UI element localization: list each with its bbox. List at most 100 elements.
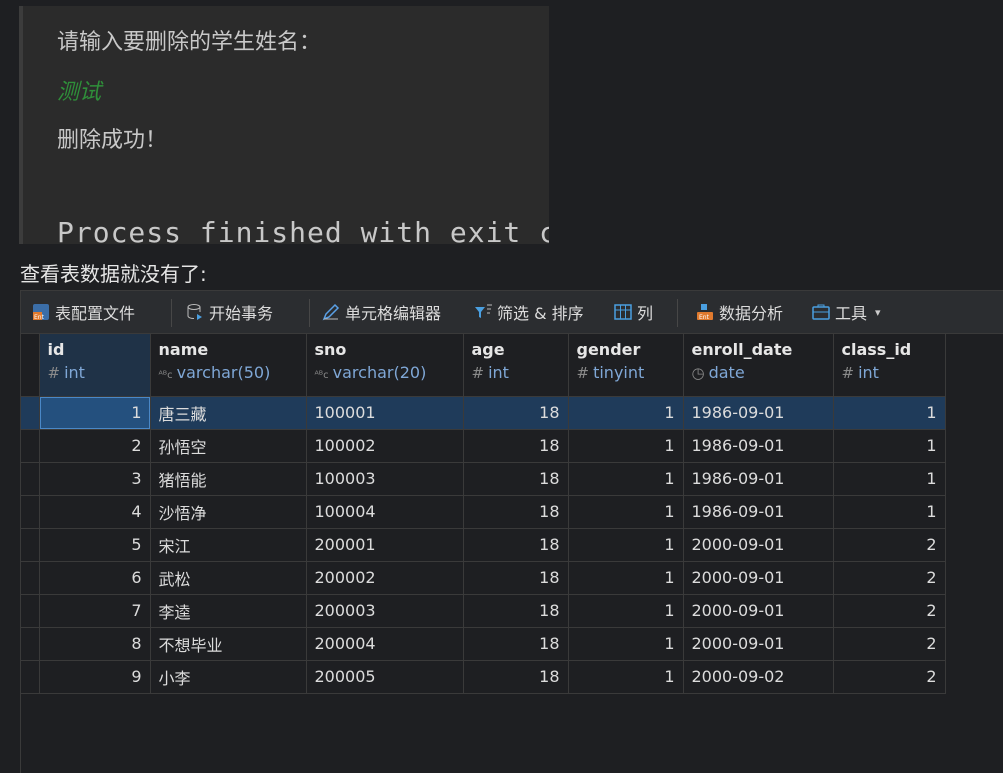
table-cell-name[interactable]: 孙悟空 bbox=[150, 429, 307, 463]
row-gutter[interactable] bbox=[21, 594, 40, 628]
table-cell-enroll-date[interactable]: 2000-09-01 bbox=[683, 627, 834, 661]
table-cell-age[interactable]: 18 bbox=[463, 462, 569, 496]
column-header-sno[interactable]: sno ᴬᴮc varchar(20) bbox=[306, 334, 464, 397]
table-cell-age[interactable]: 18 bbox=[463, 495, 569, 529]
table-cell-class-id[interactable]: 1 bbox=[833, 396, 946, 430]
table-cell-sno[interactable]: 200002 bbox=[306, 561, 464, 595]
table-cell-gender[interactable]: 1 bbox=[568, 396, 684, 430]
table-cell-name[interactable]: 沙悟净 bbox=[150, 495, 307, 529]
column-header-name[interactable]: name ᴬᴮc varchar(50) bbox=[150, 334, 307, 397]
table-cell-id[interactable]: 3 bbox=[39, 462, 151, 496]
toolbar-label: 表配置文件 bbox=[55, 304, 136, 323]
table-cell-id[interactable]: 9 bbox=[39, 660, 151, 694]
table-cell-age[interactable]: 18 bbox=[463, 594, 569, 628]
row-gutter[interactable] bbox=[21, 627, 40, 661]
table-row[interactable]: 3 猪悟能 100003 18 1 1986-09-01 1 bbox=[21, 462, 946, 496]
table-row[interactable]: 8 不想毕业 200004 18 1 2000-09-01 2 bbox=[21, 627, 946, 661]
table-row[interactable]: 5 宋江 200001 18 1 2000-09-01 2 bbox=[21, 528, 946, 562]
table-cell-sno[interactable]: 200003 bbox=[306, 594, 464, 628]
column-header-id[interactable]: id # int bbox=[39, 334, 151, 397]
table-cell-name[interactable]: 小李 bbox=[150, 660, 307, 694]
table-cell-age[interactable]: 18 bbox=[463, 660, 569, 694]
table-cell-age[interactable]: 18 bbox=[463, 561, 569, 595]
column-header-gender[interactable]: gender # tinyint bbox=[568, 334, 684, 397]
table-cell-class-id[interactable]: 1 bbox=[833, 495, 946, 529]
table-row[interactable]: 2 孙悟空 100002 18 1 1986-09-01 1 bbox=[21, 429, 946, 463]
table-cell-name[interactable]: 猪悟能 bbox=[150, 462, 307, 496]
table-cell-name[interactable]: 唐三藏 bbox=[150, 396, 307, 430]
table-cell-id[interactable]: 4 bbox=[39, 495, 151, 529]
toolbar-columns-button[interactable]: 列 bbox=[613, 300, 653, 324]
toolbar-label: 数据分析 bbox=[719, 304, 784, 323]
table-cell-enroll-date[interactable]: 1986-09-01 bbox=[683, 462, 834, 496]
table-cell-sno[interactable]: 100004 bbox=[306, 495, 464, 529]
row-gutter[interactable] bbox=[21, 528, 40, 562]
table-cell-id[interactable]: 8 bbox=[39, 627, 151, 661]
table-cell-id[interactable]: 1 bbox=[39, 396, 151, 430]
table-cell-age[interactable]: 18 bbox=[463, 429, 569, 463]
table-cell-enroll-date[interactable]: 2000-09-02 bbox=[683, 660, 834, 694]
column-type-label: varchar(20) bbox=[332, 363, 427, 382]
table-cell-sno[interactable]: 200004 bbox=[306, 627, 464, 661]
table-cell-gender[interactable]: 1 bbox=[568, 462, 684, 496]
table-cell-class-id[interactable]: 2 bbox=[833, 660, 946, 694]
table-cell-gender[interactable]: 1 bbox=[568, 660, 684, 694]
table-cell-class-id[interactable]: 2 bbox=[833, 627, 946, 661]
table-cell-sno[interactable]: 200005 bbox=[306, 660, 464, 694]
column-header-age[interactable]: age # int bbox=[463, 334, 569, 397]
table-cell-enroll-date[interactable]: 2000-09-01 bbox=[683, 561, 834, 595]
column-header-class-id[interactable]: class_id # int bbox=[833, 334, 946, 397]
table-cell-name[interactable]: 武松 bbox=[150, 561, 307, 595]
toolbar-cell-editor-button[interactable]: 单元格编辑器 bbox=[321, 300, 441, 324]
table-cell-sno[interactable]: 100002 bbox=[306, 429, 464, 463]
toolbar-data-analysis-button[interactable]: Ent 数据分析 bbox=[695, 300, 783, 324]
column-name: name bbox=[158, 340, 209, 359]
table-cell-age[interactable]: 18 bbox=[463, 627, 569, 661]
table-cell-class-id[interactable]: 2 bbox=[833, 528, 946, 562]
table-cell-enroll-date[interactable]: 2000-09-01 bbox=[683, 594, 834, 628]
toolbar-table-config-button[interactable]: Ent 表配置文件 bbox=[31, 300, 135, 324]
table-cell-id[interactable]: 5 bbox=[39, 528, 151, 562]
table-cell-enroll-date[interactable]: 1986-09-01 bbox=[683, 396, 834, 430]
table-cell-class-id[interactable]: 1 bbox=[833, 462, 946, 496]
row-gutter[interactable] bbox=[21, 396, 40, 430]
table-cell-sno[interactable]: 100003 bbox=[306, 462, 464, 496]
table-row[interactable]: 9 小李 200005 18 1 2000-09-02 2 bbox=[21, 660, 946, 694]
table-cell-gender[interactable]: 1 bbox=[568, 429, 684, 463]
table-cell-gender[interactable]: 1 bbox=[568, 561, 684, 595]
table-cell-name[interactable]: 李逵 bbox=[150, 594, 307, 628]
table-row[interactable]: 4 沙悟净 100004 18 1 1986-09-01 1 bbox=[21, 495, 946, 529]
table-row[interactable]: 7 李逵 200003 18 1 2000-09-01 2 bbox=[21, 594, 946, 628]
table-cell-id[interactable]: 2 bbox=[39, 429, 151, 463]
table-cell-gender[interactable]: 1 bbox=[568, 528, 684, 562]
table-cell-sno[interactable]: 100001 bbox=[306, 396, 464, 430]
table-row[interactable]: 6 武松 200002 18 1 2000-09-01 2 bbox=[21, 561, 946, 595]
row-gutter[interactable] bbox=[21, 429, 40, 463]
table-cell-name[interactable]: 宋江 bbox=[150, 528, 307, 562]
table-cell-gender[interactable]: 1 bbox=[568, 594, 684, 628]
table-cell-class-id[interactable]: 2 bbox=[833, 561, 946, 595]
table-cell-id[interactable]: 6 bbox=[39, 561, 151, 595]
column-header-enroll-date[interactable]: enroll_date ◷ date bbox=[683, 334, 834, 397]
table-cell-sno[interactable]: 200001 bbox=[306, 528, 464, 562]
table-cell-gender[interactable]: 1 bbox=[568, 495, 684, 529]
row-gutter[interactable] bbox=[21, 495, 40, 529]
row-gutter[interactable] bbox=[21, 660, 40, 694]
table-cell-class-id[interactable]: 1 bbox=[833, 429, 946, 463]
toolbar-transaction-button[interactable]: 开始事务 bbox=[185, 300, 273, 324]
table-cell-age[interactable]: 18 bbox=[463, 528, 569, 562]
table-cell-name[interactable]: 不想毕业 bbox=[150, 627, 307, 661]
row-gutter[interactable] bbox=[21, 462, 40, 496]
row-gutter[interactable] bbox=[21, 561, 40, 595]
table-cell-enroll-date[interactable]: 2000-09-01 bbox=[683, 528, 834, 562]
table-cell-gender[interactable]: 1 bbox=[568, 627, 684, 661]
table-cell-enroll-date[interactable]: 1986-09-01 bbox=[683, 495, 834, 529]
table-cell-id[interactable]: 7 bbox=[39, 594, 151, 628]
table-cell-class-id[interactable]: 2 bbox=[833, 594, 946, 628]
toolbar-tools-button[interactable]: 工具 ▾ bbox=[811, 300, 881, 324]
table-cell-enroll-date[interactable]: 1986-09-01 bbox=[683, 429, 834, 463]
table-cell-age[interactable]: 18 bbox=[463, 396, 569, 430]
table-row[interactable]: 1 唐三藏 100001 18 1 1986-09-01 1 bbox=[21, 396, 946, 430]
columns-icon bbox=[613, 302, 633, 322]
toolbar-filter-sort-button[interactable]: 筛选 & 排序 bbox=[473, 300, 584, 324]
